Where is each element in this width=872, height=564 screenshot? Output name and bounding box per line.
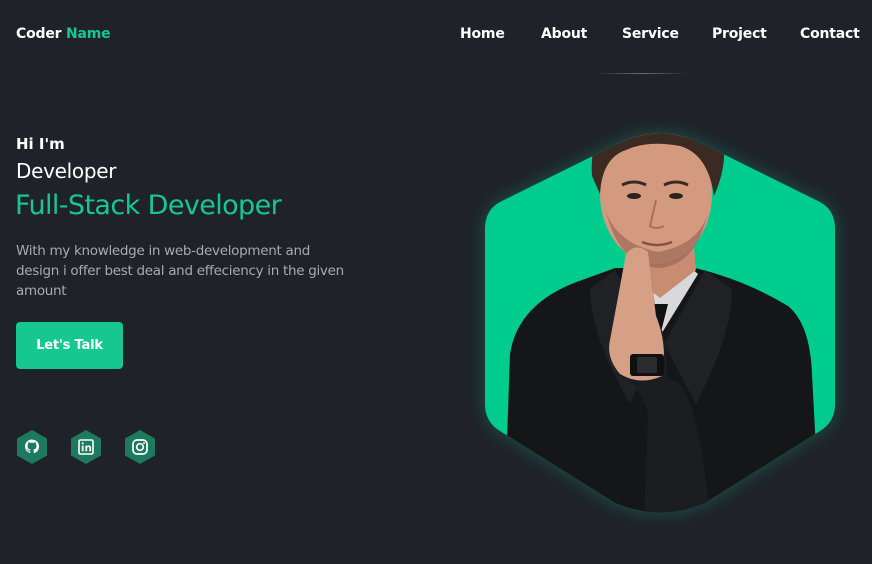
github-link[interactable] — [15, 429, 49, 465]
nav-divider — [596, 73, 688, 74]
linkedin-link[interactable] — [69, 429, 103, 465]
nav-contact[interactable]: Contact — [800, 26, 860, 42]
headline: Full-Stack Developer — [15, 190, 282, 221]
nav-service[interactable]: Service — [622, 26, 679, 42]
greeting: Hi I'm — [16, 135, 65, 153]
linkedin-icon — [71, 430, 101, 464]
social-links — [15, 429, 175, 465]
logo-first-word: Coder — [16, 26, 62, 42]
instagram-link[interactable] — [123, 429, 157, 465]
hero-portrait — [470, 84, 850, 524]
role-title: Developer — [16, 159, 117, 183]
logo[interactable]: Coder Name — [16, 26, 111, 42]
lets-talk-button[interactable]: Let's Talk — [16, 322, 123, 369]
profile-portrait-image — [485, 133, 835, 513]
nav-project[interactable]: Project — [712, 26, 767, 42]
github-icon — [17, 430, 47, 464]
nav-about[interactable]: About — [541, 26, 587, 42]
hero-description: With my knowledge in web-development and… — [16, 243, 344, 299]
site-header: Coder Name Home About Service Project Co… — [0, 0, 872, 74]
instagram-icon — [125, 430, 155, 464]
logo-second-word: Name — [66, 26, 111, 42]
nav-home[interactable]: Home — [460, 26, 505, 42]
